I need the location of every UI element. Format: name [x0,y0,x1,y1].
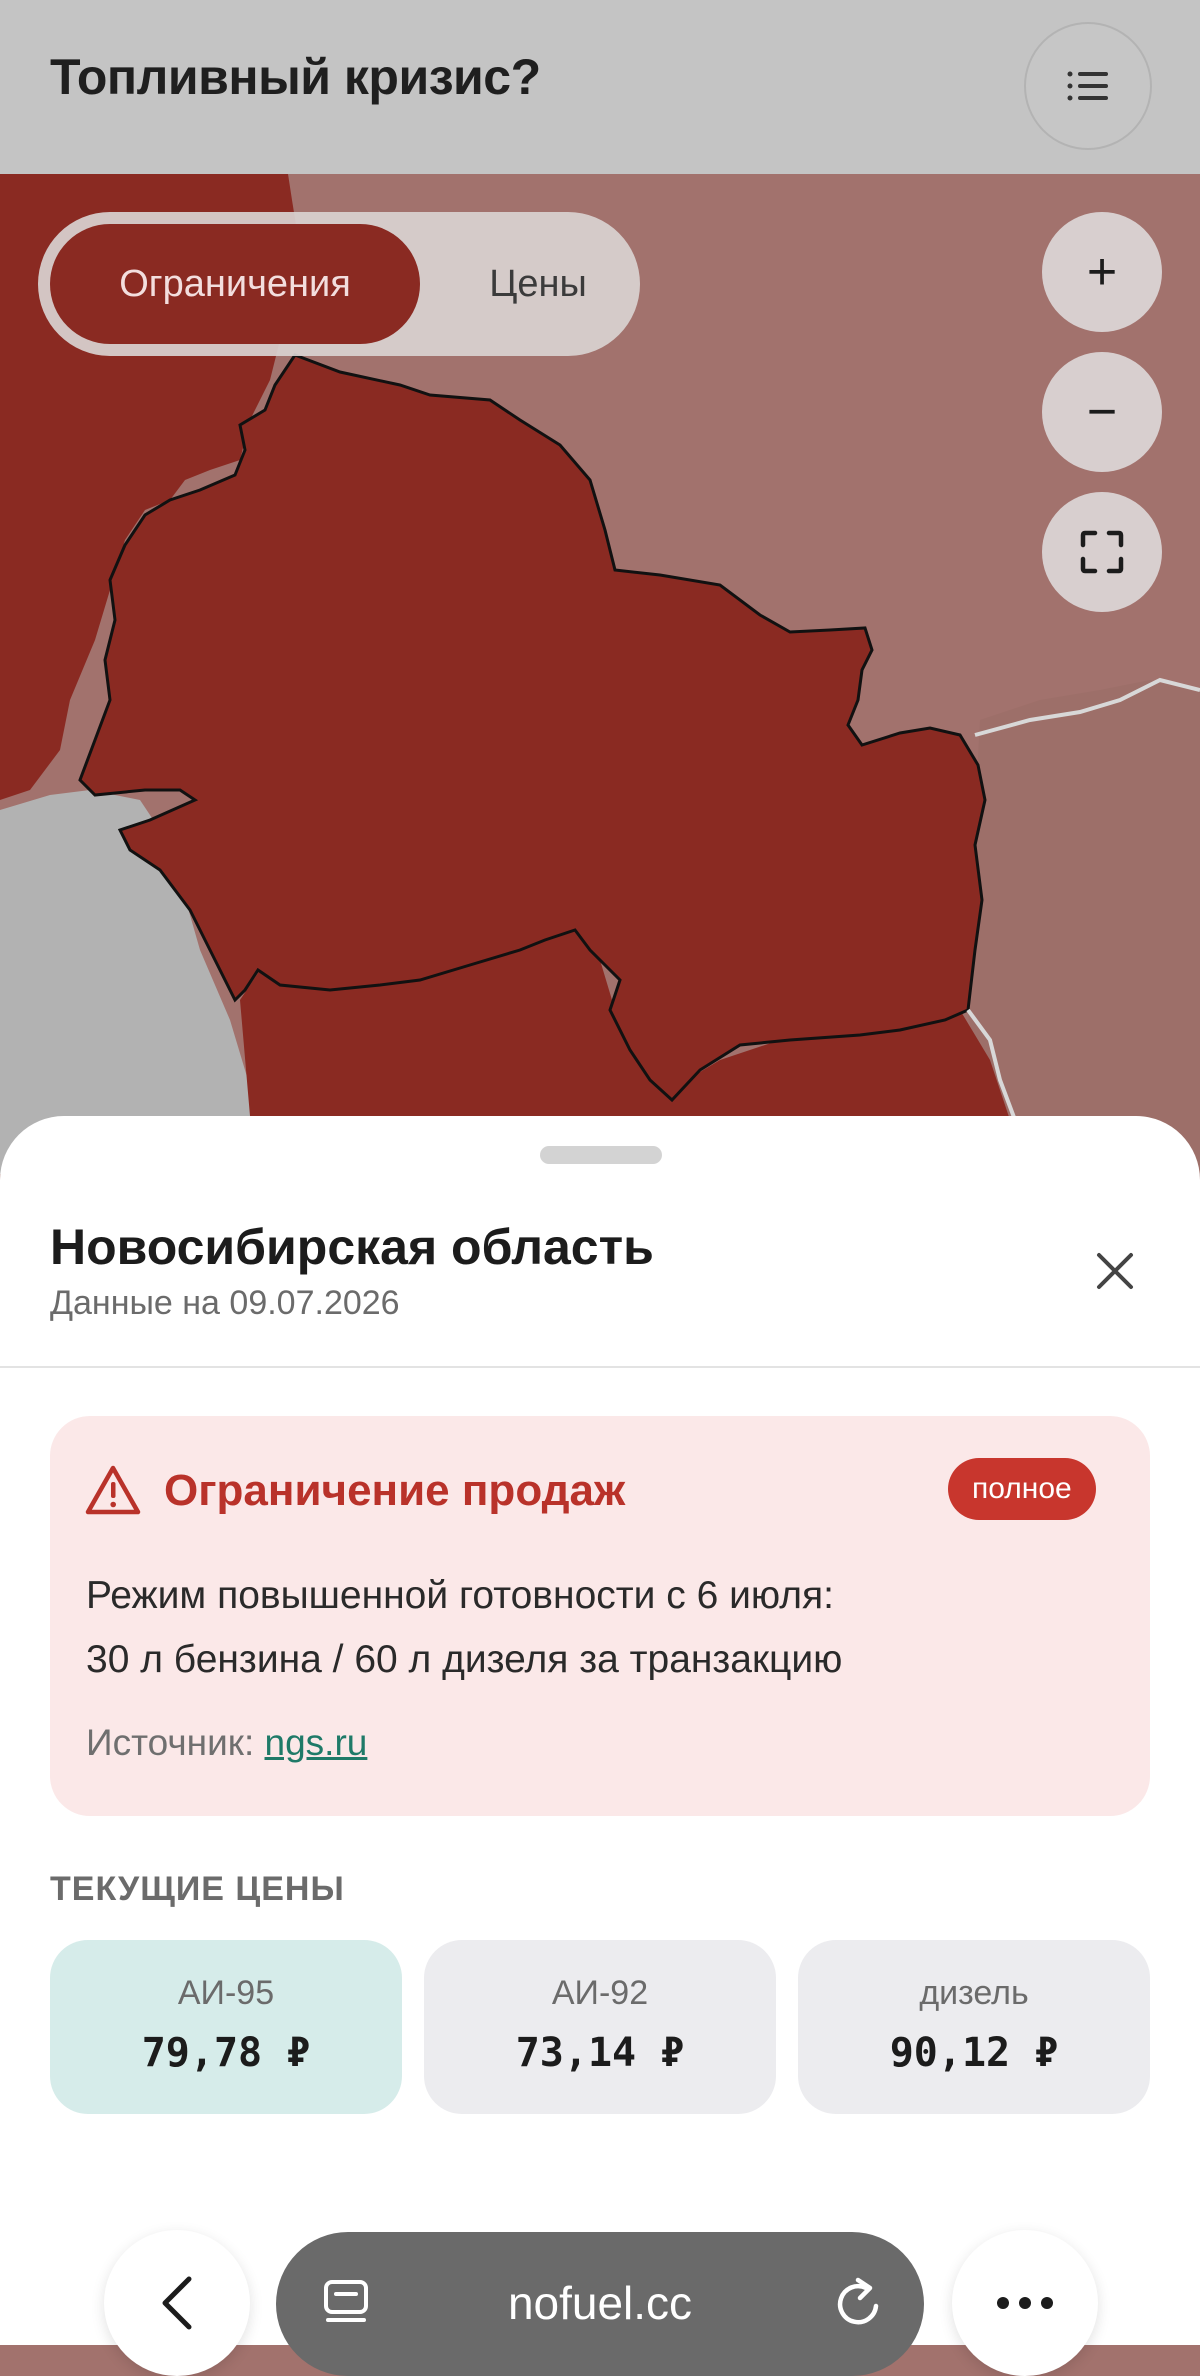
more-icon [997,2297,1053,2309]
alert-source: Источник: ngs.ru [86,1722,367,1764]
price-card-ai92[interactable]: АИ-92 73,14 ₽ [424,1940,776,2114]
close-button[interactable] [1080,1236,1150,1306]
zoom-in-button[interactable]: + [1042,212,1162,332]
price-label: АИ-95 [177,1974,275,2012]
status-badge: полное [948,1458,1096,1520]
source-link[interactable]: ngs.ru [265,1722,368,1763]
warning-icon [84,1464,142,1521]
top-header: Топливный кризис? [0,0,1200,174]
region-name: Новосибирская область [50,1219,654,1275]
data-date: Данные на 09.07.2026 [50,1284,400,1322]
sheet-drag-handle[interactable] [540,1146,662,1164]
restriction-alert: Ограничение продаж полное Режим повышенн… [50,1416,1150,1816]
fullscreen-button[interactable] [1042,492,1162,612]
alert-text-line-2: 30 л бензина / 60 л дизеля за транзакцию [86,1638,843,1681]
browser-toolbar: nofuel.cc [0,2174,1200,2376]
chevron-left-icon [162,2276,192,2330]
app-title: Топливный кризис? [50,49,541,105]
price-value: 79,78 ₽ [141,2030,311,2076]
more-button[interactable] [952,2230,1098,2376]
list-icon [1067,71,1108,101]
source-label: Источник: [86,1722,265,1763]
price-label: дизель [919,1974,1029,2012]
zoom-out-button[interactable]: − [1042,352,1162,472]
expand-icon [1080,530,1124,574]
map-mode-toggle: Ограничения Цены [38,212,640,356]
prices-heading: ТЕКУЩИЕ ЦЕНЫ [50,1870,345,1908]
menu-button[interactable] [1024,22,1152,150]
tab-prices[interactable]: Цены [438,224,638,344]
back-button[interactable] [104,2230,250,2376]
price-label: АИ-92 [551,1974,649,2012]
url-text[interactable]: nofuel.cc [276,2276,924,2330]
alert-title: Ограничение продаж [164,1466,626,1515]
close-icon [1097,1253,1133,1289]
price-card-ai95[interactable]: АИ-95 79,78 ₽ [50,1940,402,2114]
price-value: 73,14 ₽ [515,2030,685,2076]
alert-description: Режим повышенной готовности с 6 июля: 30… [86,1564,1126,1692]
sheet-divider [0,1366,1200,1368]
alert-text-line-1: Режим повышенной готовности с 6 июля: [86,1574,834,1617]
price-card-diesel[interactable]: дизель 90,12 ₽ [798,1940,1150,2114]
region-info-sheet: Новосибирская область Данные на 09.07.20… [0,1116,1200,2376]
tab-restrictions[interactable]: Ограничения [50,224,420,344]
reload-icon[interactable] [832,2276,888,2332]
price-value: 90,12 ₽ [889,2030,1059,2076]
address-bar[interactable]: nofuel.cc [276,2232,924,2376]
